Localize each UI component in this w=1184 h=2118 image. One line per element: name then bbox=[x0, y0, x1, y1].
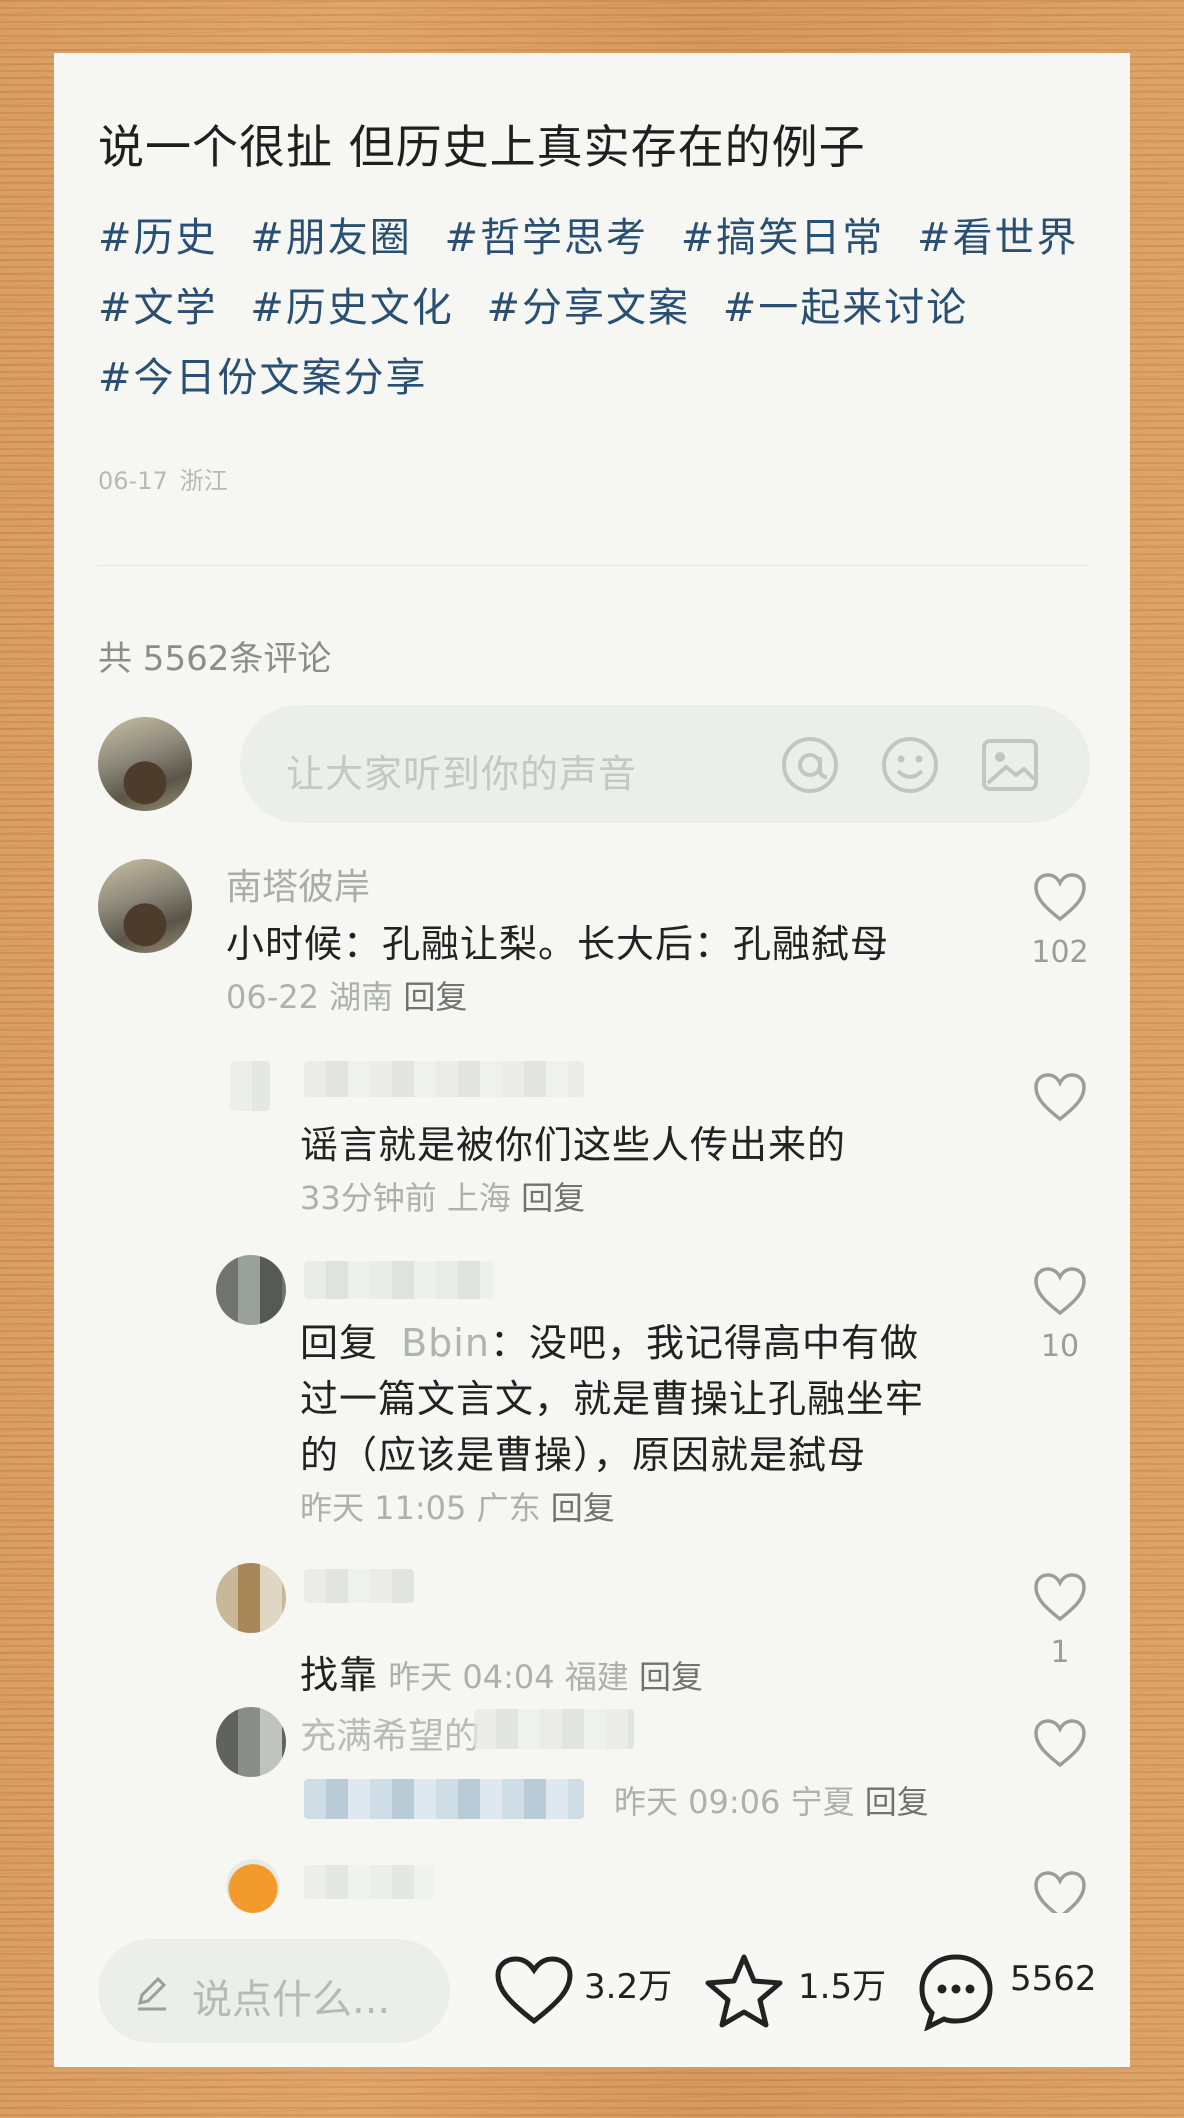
comment-location: 广东 bbox=[476, 1489, 541, 1527]
image-icon[interactable] bbox=[980, 735, 1040, 795]
like-button[interactable]: 10 bbox=[1025, 1265, 1095, 1364]
blurred-avatar bbox=[230, 1061, 270, 1111]
tag-link[interactable]: #今日份文案分享 bbox=[98, 355, 428, 401]
comment-count: 共 5562条评论 bbox=[98, 639, 332, 679]
blurred-avatar[interactable] bbox=[216, 1255, 286, 1325]
post-like-count: 3.2万 bbox=[584, 1967, 673, 2007]
at-icon[interactable] bbox=[780, 735, 840, 795]
post-title: 说一个很扯 但历史上真实存在的例子 bbox=[98, 120, 866, 174]
post-favorite-count: 1.5万 bbox=[798, 1967, 887, 2007]
tag-link[interactable]: #看世界 bbox=[917, 215, 1079, 261]
comment-location: 湖南 bbox=[329, 978, 394, 1016]
comment-time: 33分钟前 bbox=[300, 1179, 437, 1217]
like-count: 1 bbox=[1050, 1635, 1070, 1670]
heart-icon bbox=[1034, 1573, 1086, 1622]
tag-link[interactable]: #分享文案 bbox=[486, 285, 690, 331]
comment-meta: 06-22 湖南 回复 bbox=[226, 972, 889, 1018]
reply-button[interactable]: 回复 bbox=[403, 978, 467, 1016]
blurred-username bbox=[304, 1261, 494, 1299]
reply-button[interactable]: 回复 bbox=[865, 1783, 929, 1821]
comment-text: 找靠 bbox=[300, 1653, 379, 1697]
tag-link[interactable]: #搞笑日常 bbox=[681, 215, 885, 261]
my-avatar[interactable] bbox=[98, 717, 192, 811]
divider bbox=[98, 565, 1088, 566]
heart-icon bbox=[1034, 1267, 1086, 1316]
like-post-button[interactable] bbox=[494, 1955, 574, 2027]
post-meta: 06-17 浙江 bbox=[98, 461, 228, 496]
heart-icon bbox=[1034, 1073, 1086, 1122]
reply-target[interactable]: Bbin bbox=[401, 1321, 490, 1365]
comment-time: 昨天 11:05 bbox=[300, 1489, 467, 1527]
tag-link[interactable]: #历史文化 bbox=[250, 285, 454, 331]
like-count: 102 bbox=[1031, 935, 1089, 970]
comment-location: 上海 bbox=[446, 1179, 511, 1217]
reply-button[interactable]: 回复 bbox=[639, 1658, 703, 1696]
commenter-name[interactable]: 南塔彼岸 bbox=[226, 858, 889, 910]
reply-meta-row: 昨天 09:06 宁夏 回复 bbox=[614, 1777, 929, 1823]
comment-bubble-button[interactable] bbox=[916, 1951, 996, 2031]
blurred-username bbox=[304, 1061, 584, 1097]
say-placeholder: 说点什么... bbox=[192, 1977, 391, 2023]
like-button[interactable] bbox=[1025, 1071, 1095, 1127]
reply-item: 谣言就是被你们这些人传出来的 33分钟前 上海 回复 bbox=[300, 1117, 846, 1219]
comment-line: 的（应该是曹操），原因就是弑母 bbox=[300, 1433, 867, 1477]
comment-meta: 昨天 11:05 广东 回复 bbox=[300, 1483, 924, 1529]
tag-list: #历史 #朋友圈 #哲学思考 #搞笑日常 #看世界 #文学 #历史文化 #分享文… bbox=[98, 203, 1098, 413]
like-button[interactable]: 102 bbox=[1025, 871, 1095, 970]
tag-link[interactable]: #一起来讨论 bbox=[723, 285, 969, 331]
reply-button[interactable]: 回复 bbox=[521, 1179, 585, 1217]
like-button[interactable] bbox=[1025, 1717, 1095, 1773]
heart-icon bbox=[1034, 873, 1086, 922]
comment-meta: 找靠 昨天 04:04 福建 回复 bbox=[300, 1647, 703, 1703]
reply-item: 回复 Bbin：没吧，我记得高中有做 过一篇文言文，就是曹操让孔融坐牢 的（应该… bbox=[300, 1315, 924, 1529]
pencil-icon bbox=[137, 1976, 167, 2011]
comment-meta: 33分钟前 上海 回复 bbox=[300, 1173, 846, 1219]
reply-item: 充满希望的 bbox=[300, 1707, 480, 1759]
comment-location: 福建 bbox=[564, 1658, 629, 1696]
comment-input-placeholder: 让大家听到你的声音 bbox=[286, 752, 638, 796]
comment-line: ：没吧，我记得高中有做 bbox=[489, 1321, 919, 1365]
reply-item: 找靠 昨天 04:04 福建 回复 bbox=[300, 1647, 703, 1703]
comment-text: 小时候：孔融让梨。长大后：孔融弑母 bbox=[226, 922, 890, 966]
like-count: 10 bbox=[1040, 1329, 1080, 1364]
tag-link[interactable]: #哲学思考 bbox=[444, 215, 648, 261]
comment-input[interactable]: 让大家听到你的声音 bbox=[240, 705, 1090, 823]
reply-prefix: 回复 bbox=[300, 1321, 379, 1365]
heart-icon bbox=[1034, 1719, 1086, 1768]
commenter-name[interactable]: 充满希望的 bbox=[300, 1707, 480, 1759]
like-button[interactable]: 1 bbox=[1025, 1571, 1095, 1670]
post-comment-count: 5562 bbox=[1010, 1959, 1097, 1999]
post-date: 06-17 bbox=[98, 467, 168, 495]
tag-link[interactable]: #朋友圈 bbox=[250, 215, 412, 261]
comment-text: 回复 Bbin：没吧，我记得高中有做 过一篇文言文，就是曹操让孔融坐牢 的（应该… bbox=[300, 1315, 924, 1483]
comment-time: 06-22 bbox=[226, 978, 319, 1016]
bottom-action-bar: 说点什么... 3.2万 1.5万 5562 bbox=[54, 1913, 1130, 2067]
reply-button[interactable]: 回复 bbox=[551, 1489, 615, 1527]
blurred-username bbox=[474, 1709, 634, 1749]
comment-meta: 昨天 09:06 宁夏 回复 bbox=[614, 1777, 929, 1823]
comment-time: 昨天 09:06 bbox=[614, 1783, 781, 1821]
say-something-input[interactable]: 说点什么... bbox=[98, 1939, 450, 2043]
blurred-username bbox=[304, 1865, 434, 1899]
comment-location: 宁夏 bbox=[790, 1783, 855, 1821]
blurred-text bbox=[304, 1779, 584, 1819]
blurred-username bbox=[304, 1569, 414, 1603]
tag-link[interactable]: #文学 bbox=[98, 285, 218, 331]
comment-time: 昨天 04:04 bbox=[388, 1658, 555, 1696]
emoji-icon[interactable] bbox=[880, 735, 940, 795]
blurred-avatar[interactable] bbox=[216, 1707, 286, 1777]
post-card: 说一个很扯 但历史上真实存在的例子 #历史 #朋友圈 #哲学思考 #搞笑日常 #… bbox=[54, 53, 1130, 2067]
commenter-avatar[interactable] bbox=[98, 859, 192, 953]
comment-text: 谣言就是被你们这些人传出来的 bbox=[300, 1123, 847, 1167]
favorite-star-button[interactable] bbox=[704, 1953, 784, 2029]
comment-line: 过一篇文言文，就是曹操让孔融坐牢 bbox=[300, 1377, 925, 1421]
tag-link[interactable]: #历史 bbox=[98, 215, 218, 261]
comment-item: 南塔彼岸 小时候：孔融让梨。长大后：孔融弑母 06-22 湖南 回复 bbox=[226, 858, 889, 1018]
partial-avatar[interactable] bbox=[226, 1859, 280, 1913]
blurred-avatar[interactable] bbox=[216, 1563, 286, 1633]
post-location: 浙江 bbox=[179, 467, 228, 495]
